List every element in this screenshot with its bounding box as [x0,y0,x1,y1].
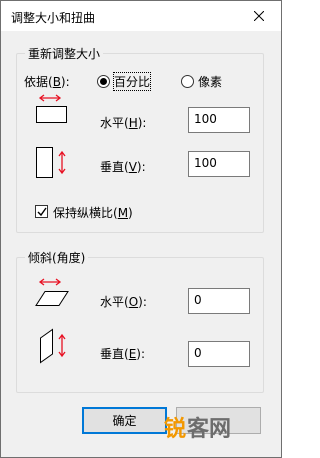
skew-vertical-label: 垂直(E): [100,347,146,361]
close-icon [254,11,264,21]
vertical-skew-icon [40,328,66,364]
ok-button[interactable]: 确定 [82,407,167,434]
resize-group-title: 重新调整大小 [25,45,104,62]
resize-group: 重新调整大小 依据(B): 百分比 像素 水平(H): 100 垂直(V): 1… [16,45,264,233]
keep-ratio-checkbox[interactable] [35,205,48,218]
skew-group: 倾斜(角度) 水平(O): 0 垂直(E): 0 [16,249,264,393]
close-button[interactable] [237,1,281,31]
skew-vertical-input[interactable]: 0 [188,341,250,367]
percent-label[interactable]: 百分比 [112,72,152,91]
vertical-resize-icon [36,147,66,178]
resize-horizontal-label: 水平(H): [100,116,147,130]
watermark-part2: 客网 [187,417,232,442]
pixels-label[interactable]: 像素 [198,73,222,90]
skew-group-title: 倾斜(角度) [25,249,89,266]
resize-horizontal-input[interactable]: 100 [188,107,250,133]
checkmark-icon [37,207,47,217]
watermark-part1: 锐 [164,417,187,442]
skew-horizontal-label: 水平(O): [100,295,147,309]
skew-horizontal-input[interactable]: 0 [188,288,250,314]
horizontal-skew-icon [35,278,69,306]
resize-vertical-label: 垂直(V): [100,160,146,174]
horizontal-resize-icon [36,94,67,123]
resize-by-label: 依据(B): [24,75,70,89]
percent-radio[interactable] [97,75,110,88]
resize-skew-dialog: 调整大小和扭曲 重新调整大小 依据(B): 百分比 像素 水平(H): 100 [0,0,282,458]
resize-vertical-input[interactable]: 100 [188,151,250,177]
keep-ratio-label[interactable]: 保持纵横比(M) [53,204,133,221]
ok-button-label: 确定 [112,414,137,428]
pixels-radio[interactable] [181,75,194,88]
dialog-title: 调整大小和扭曲 [11,11,96,25]
title-bar: 调整大小和扭曲 [1,1,281,31]
